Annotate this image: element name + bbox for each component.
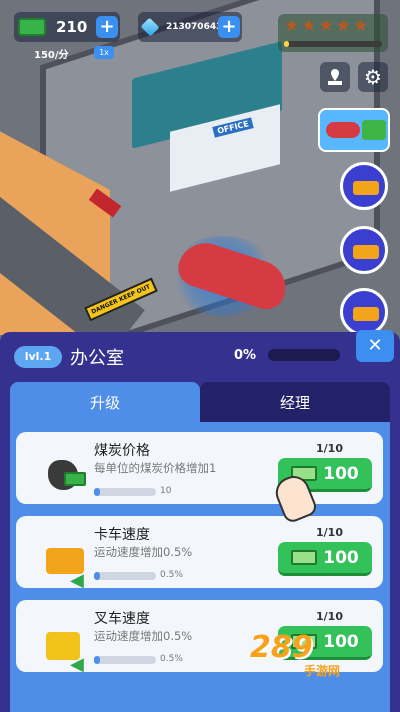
tab-bar: 升级 经理 — [10, 382, 390, 426]
watermark-text: 手游网 — [304, 664, 341, 678]
upgrade-description: 每单位的煤炭价格增加1 — [94, 461, 217, 475]
watermark-logo: 289 — [250, 630, 313, 665]
upgrade-count: 1/10 — [316, 526, 343, 539]
upgrade-count: 1/10 — [316, 610, 343, 623]
loader-icon — [353, 307, 379, 321]
upgrade-card-truck-speed: ◀ 卡车速度 运动速度增加0.5% 0.5% 1/10 100 — [16, 516, 383, 591]
upgrade-bar — [94, 656, 156, 664]
arrow-left-icon: ◀ — [70, 570, 84, 591]
buy-price: 100 — [323, 463, 359, 484]
progress-bar — [268, 349, 340, 361]
helicopter-delivery-button[interactable] — [318, 108, 390, 152]
helicopter-icon — [326, 122, 360, 138]
boost-button-dumper[interactable] — [340, 226, 388, 274]
upgrade-count: 1/10 — [316, 442, 343, 455]
add-gems-button[interactable]: + — [218, 16, 240, 38]
forklift-icon: ◀ — [30, 614, 84, 675]
star-progress-bar — [284, 41, 382, 47]
upgrade-name: 卡车速度 — [94, 527, 150, 543]
map-icon[interactable] — [320, 62, 350, 92]
boost-button-loader[interactable] — [340, 288, 388, 336]
level-badge: lvl.1 — [14, 346, 62, 368]
cash-stack-icon — [362, 120, 386, 140]
buy-button[interactable]: 100 — [278, 542, 372, 576]
upgrade-bar — [94, 572, 156, 580]
upgrade-bar-value: 0.5% — [160, 570, 183, 580]
dump-truck-icon — [353, 245, 379, 259]
arrow-left-icon: ◀ — [70, 654, 84, 675]
panel-title: 办公室 — [70, 348, 124, 369]
cash-icon — [18, 18, 46, 36]
upgrade-description: 运动速度增加0.5% — [94, 629, 193, 643]
star-progress-fill — [284, 41, 289, 47]
upgrade-bar-fill — [94, 488, 101, 496]
cash-icon — [64, 472, 86, 486]
cash-counter: 210 + — [14, 12, 120, 42]
boost-button-truck[interactable] — [340, 162, 388, 210]
buy-price: 100 — [323, 547, 359, 568]
upgrade-description: 运动速度增加0.5% — [94, 545, 193, 559]
truck-icon — [353, 181, 379, 195]
stars-icon: ★★★★★ — [284, 16, 371, 36]
upgrade-name: 煤炭价格 — [94, 443, 150, 459]
upgrade-bar-value: 10 — [160, 486, 172, 496]
upgrade-name: 叉车速度 — [94, 611, 150, 627]
buy-price: 100 — [323, 631, 359, 652]
coal-icon — [30, 446, 86, 492]
star-rating: ★★★★★ — [278, 14, 388, 52]
cash-value: 210 — [56, 18, 88, 36]
cash-icon — [291, 550, 318, 565]
gem-counter: 2130706432 + — [138, 12, 242, 42]
upgrade-bar-value: 0.5% — [160, 654, 183, 664]
close-button[interactable]: ✕ — [356, 330, 394, 362]
upgrade-bar-fill — [94, 656, 101, 664]
add-cash-button[interactable]: + — [96, 16, 118, 38]
tab-upgrade[interactable]: 升级 — [10, 382, 200, 426]
dump-truck-icon: ◀ — [30, 530, 84, 591]
tab-manager[interactable]: 经理 — [200, 382, 390, 426]
income-rate: 150/分 — [34, 50, 69, 61]
upgrade-bar — [94, 488, 156, 496]
upgrade-bar-fill — [94, 572, 101, 580]
progress-percent: 0% — [234, 348, 257, 363]
upgrade-card-coal-price: 煤炭价格 每单位的煤炭价格增加1 10 1/10 100 — [16, 432, 383, 504]
diamond-icon — [140, 17, 160, 37]
multiplier-badge[interactable]: 1x — [94, 46, 114, 59]
gear-icon[interactable]: ⚙ — [358, 62, 388, 92]
